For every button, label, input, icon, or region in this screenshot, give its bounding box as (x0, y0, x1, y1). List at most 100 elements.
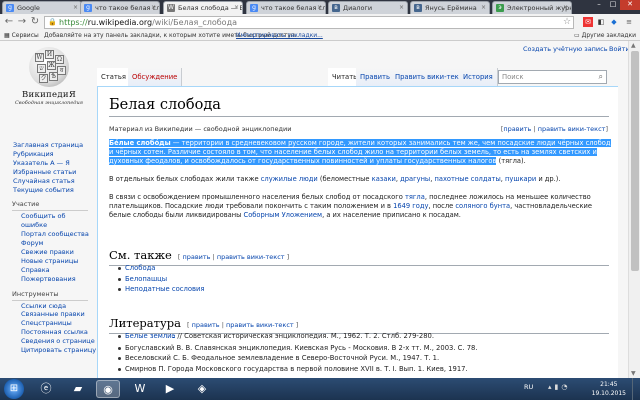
maximize-icon[interactable]: □ (606, 0, 620, 10)
close-tab-icon[interactable]: × (73, 2, 78, 14)
reload-icon[interactable]: ↻ (29, 16, 41, 28)
link-1649[interactable]: 1649 году (393, 202, 428, 210)
edit-source-link[interactable]: править вики-текст (538, 125, 606, 133)
folder-icon[interactable]: ▰ (66, 380, 90, 398)
apps-bookmark[interactable]: ▦ Сервисы (4, 31, 39, 41)
browser-tab[interactable]: WБелая слобода — Википедия× (163, 1, 243, 14)
sidebar-item[interactable]: Сообщить об (13, 212, 95, 221)
vk-icon: в (414, 4, 422, 12)
minimize-icon[interactable]: – (592, 0, 606, 10)
paragraph-intro: Бе́лые слобо́ды — территории в средневек… (109, 139, 611, 166)
start-button[interactable]: ⊞ (4, 379, 24, 399)
edit-link[interactable]: править (182, 253, 210, 261)
sidebar-item[interactable]: Связанные правки (13, 310, 95, 319)
scroll-up-icon[interactable]: ▲ (631, 42, 636, 49)
chrome-icon[interactable]: ◉ (96, 380, 120, 398)
login-link[interactable]: Войти (609, 45, 630, 53)
sidebar-item[interactable]: Новые страницы (13, 257, 95, 266)
link-dragoons[interactable]: драгуны (400, 175, 430, 183)
close-tab-icon[interactable]: × (399, 2, 404, 14)
close-window-icon[interactable]: ✕ (620, 0, 640, 10)
sidebar-item[interactable]: Указатель А — Я (13, 159, 95, 168)
page-scrollbar[interactable]: ▲ ▼ (628, 41, 640, 378)
bookmark-star-icon[interactable]: ☆ (563, 17, 571, 27)
network-icon[interactable]: ◈ (190, 380, 214, 398)
link-pushkari[interactable]: пушкари (505, 175, 536, 183)
sidebar-item[interactable]: Избранные статьи (13, 168, 95, 177)
close-tab-icon[interactable]: × (151, 2, 156, 14)
edit-link[interactable]: править (192, 321, 220, 329)
link-salt-riot[interactable]: соляного бунта (455, 202, 510, 210)
sidebar-item[interactable]: Заглавная страница (13, 141, 95, 150)
tab-article[interactable]: Статья (97, 68, 131, 86)
extension-icon[interactable]: ◆ (609, 17, 619, 27)
close-tab-icon[interactable]: × (317, 2, 322, 14)
tray-icons[interactable]: ▴▮◔ (548, 383, 570, 391)
sidebar-section-heading[interactable]: Инструменты (12, 290, 88, 301)
close-tab-icon[interactable]: × (234, 2, 239, 14)
see-also-link[interactable]: Неподатные сословия (125, 285, 205, 293)
create-account-link[interactable]: Создать учётную запись (523, 45, 608, 53)
scroll-down-icon[interactable]: ▼ (631, 370, 636, 377)
extension-icon[interactable]: ◧ (596, 17, 606, 27)
sidebar-item[interactable]: Рубрикация (13, 150, 95, 159)
link-sobornoe[interactable]: Соборным Уложением (244, 211, 323, 219)
browser-tab[interactable]: gчто такое белая слобода× (246, 1, 326, 14)
close-tab-icon[interactable]: × (563, 2, 568, 14)
sidebar-item[interactable]: Пожертвования (13, 275, 95, 284)
import-bookmarks-link[interactable]: Импортировать закладки... (236, 31, 323, 41)
forward-icon[interactable]: → (16, 16, 28, 28)
literature-link[interactable]: Белые земли (125, 332, 172, 340)
browser-tab[interactable]: g Google × (2, 1, 82, 14)
media-player-icon[interactable]: ▶ (158, 380, 182, 398)
address-bar[interactable]: 🔒 https://ru.wikipedia.org/wiki/Белая_сло… (44, 16, 574, 29)
link-kazaki[interactable]: казаки (372, 175, 396, 183)
ie-icon[interactable]: ⓔ (34, 380, 58, 398)
wikipedia-logo[interactable]: WИΩ שЖव クѢ ВикипедиЯ Свободная энциклопе… (14, 47, 84, 111)
sidebar-item[interactable]: Цитировать страницу (13, 346, 96, 355)
see-also-link[interactable]: Белопашцы (125, 275, 167, 283)
sidebar-item[interactable]: Ссылки сюда (13, 302, 95, 311)
edit-source-link[interactable]: править вики-текст (226, 321, 294, 329)
word-icon[interactable]: W (128, 380, 152, 398)
show-desktop-button[interactable] (632, 378, 640, 400)
selected-text[interactable]: Бе́лые слобо́ды — территории в средневек… (109, 139, 611, 166)
search-icon[interactable]: ⌕ (599, 71, 603, 83)
w-icon: W (167, 4, 175, 12)
edit-source-link[interactable]: править вики-текст (217, 253, 285, 261)
edit-link[interactable]: править (503, 125, 531, 133)
see-also-link[interactable]: Слобода (125, 264, 155, 272)
menu-icon[interactable]: ≡ (624, 17, 634, 27)
back-icon[interactable]: ← (3, 16, 15, 28)
sidebar-item[interactable]: ошибке (13, 221, 95, 230)
sidebar-item[interactable]: Форум (13, 239, 95, 248)
tab-edit[interactable]: Править (356, 68, 395, 86)
wiki-name: ВикипедиЯ (21, 90, 77, 100)
extension-icon[interactable]: ✉ (583, 17, 593, 27)
browser-tab[interactable]: gчто такое белая слобода× (80, 1, 160, 14)
link-soldiers[interactable]: пахотные солдаты (434, 175, 500, 183)
browser-tab[interactable]: в Диалоги × (328, 1, 408, 14)
sidebar-item[interactable]: Текущие события (13, 186, 95, 195)
browser-tab[interactable]: в Янусь Ерёмина × (410, 1, 490, 14)
sidebar-item[interactable]: Спецстраницы (13, 319, 95, 328)
tab-talk[interactable]: Обсуждение (128, 68, 183, 86)
clock[interactable]: 21:45 19.10.2015 (592, 380, 626, 398)
browser-tab[interactable]: эЭлектронный журнал× (492, 1, 572, 14)
tab-history[interactable]: История (459, 68, 498, 86)
sidebar-item[interactable]: Справка (13, 266, 95, 275)
sidebar-item[interactable]: Случайная статья (13, 177, 95, 186)
sidebar-item[interactable]: Постоянная ссылка (13, 328, 95, 337)
link-tyaglo[interactable]: тягла (405, 193, 425, 201)
sidebar-item[interactable]: Портал сообщества (13, 230, 95, 239)
link-sluzhilye[interactable]: служилые люди (261, 175, 318, 183)
close-tab-icon[interactable]: × (481, 2, 486, 14)
other-bookmarks[interactable]: ▭ Другие закладки (574, 31, 636, 41)
scroll-thumb[interactable] (631, 51, 639, 271)
sidebar-item[interactable]: Сведения о странице (13, 337, 95, 346)
list-item: Белопашцы (118, 274, 612, 285)
language-indicator[interactable]: RU (524, 383, 533, 391)
wiki-search-input[interactable]: Поиск ⌕ (498, 70, 607, 84)
sidebar-section-heading[interactable]: Участие (12, 200, 88, 212)
sidebar-item[interactable]: Свежие правки (13, 248, 95, 257)
